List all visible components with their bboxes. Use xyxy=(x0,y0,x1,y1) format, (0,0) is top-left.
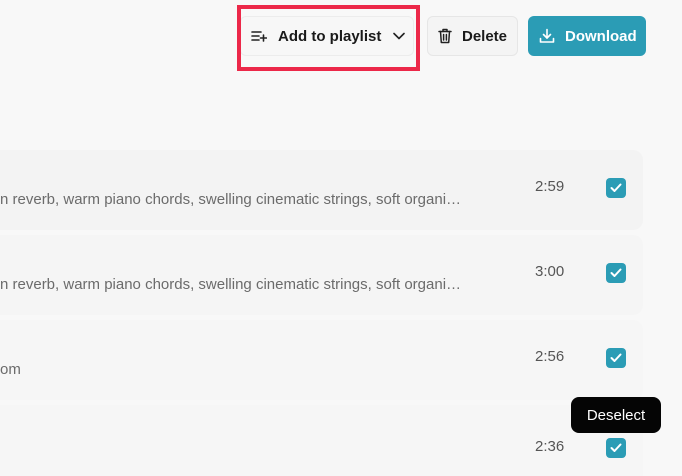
track-checkbox[interactable] xyxy=(606,438,626,458)
track-duration: 2:56 xyxy=(535,348,565,365)
check-icon xyxy=(610,443,622,453)
track-row[interactable]: n reverb, warm piano chords, swelling ci… xyxy=(0,235,643,315)
check-icon xyxy=(610,353,622,363)
track-description: n reverb, warm piano chords, swelling ci… xyxy=(0,191,462,208)
download-button[interactable]: Download xyxy=(528,16,646,56)
check-icon xyxy=(610,268,622,278)
download-label: Download xyxy=(565,27,637,45)
add-to-playlist-label: Add to playlist xyxy=(278,27,382,45)
track-duration: 2:36 xyxy=(535,438,565,455)
delete-button[interactable]: Delete xyxy=(427,16,518,56)
track-row[interactable]: 2:36 xyxy=(0,405,643,476)
add-to-playlist-button[interactable]: Add to playlist xyxy=(240,16,414,56)
track-checkbox[interactable] xyxy=(606,263,626,283)
track-checkbox[interactable] xyxy=(606,348,626,368)
track-duration: 2:59 xyxy=(535,178,565,195)
delete-label: Delete xyxy=(462,27,508,45)
track-row[interactable]: om 2:56 xyxy=(0,320,643,400)
track-checkbox[interactable] xyxy=(606,178,626,198)
deselect-tooltip: Deselect xyxy=(571,397,661,433)
track-duration: 3:00 xyxy=(535,263,565,280)
playlist-add-icon xyxy=(251,29,267,43)
track-description: om xyxy=(0,361,21,378)
check-icon xyxy=(610,183,622,193)
track-row[interactable]: n reverb, warm piano chords, swelling ci… xyxy=(0,150,643,230)
track-description: n reverb, warm piano chords, swelling ci… xyxy=(0,276,462,293)
chevron-down-icon xyxy=(393,32,406,40)
track-selection-page: Add to playlist Delete Download n reverb… xyxy=(0,0,682,476)
trash-icon xyxy=(438,28,452,44)
download-icon xyxy=(539,28,555,44)
